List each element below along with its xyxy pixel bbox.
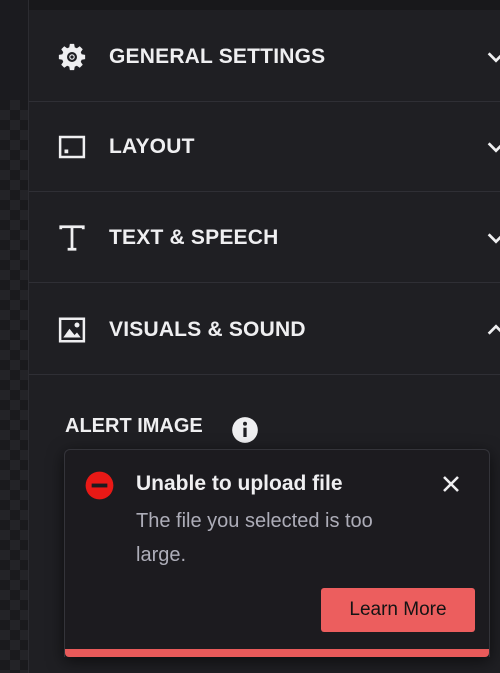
section-layout[interactable]: LAYOUT — [29, 102, 500, 192]
close-icon[interactable] — [439, 472, 463, 496]
transparency-checkerboard — [0, 100, 28, 673]
toast-accent-bar — [65, 649, 489, 657]
app-root: GENERAL SETTINGS LAYOUT TEXT & SPEECH VI… — [0, 0, 500, 673]
toast-message: The file you selected is too large. — [136, 510, 373, 566]
alert-image-label: ALERT IMAGE — [65, 415, 203, 437]
section-label: VISUALS & SOUND — [109, 317, 306, 341]
learn-more-button[interactable]: Learn More — [321, 588, 475, 632]
image-icon — [57, 315, 87, 345]
chevron-down-icon — [487, 51, 500, 63]
panel-top-edge — [29, 0, 500, 10]
section-label: LAYOUT — [109, 134, 195, 158]
error-icon — [85, 471, 114, 500]
section-general-settings[interactable]: GENERAL SETTINGS — [29, 12, 500, 102]
chevron-down-icon — [487, 141, 500, 153]
layout-icon — [57, 132, 87, 162]
gear-icon — [57, 42, 87, 72]
chevron-up-icon — [487, 323, 500, 335]
chevron-down-icon — [487, 232, 500, 244]
error-toast: Unable to upload file The file you selec… — [64, 449, 490, 657]
info-icon[interactable] — [231, 416, 259, 444]
preview-toolbar — [0, 0, 28, 100]
section-visuals-sound[interactable]: VISUALS & SOUND — [29, 285, 500, 375]
text-icon — [57, 223, 87, 253]
preview-area — [0, 0, 28, 673]
section-text-speech[interactable]: TEXT & SPEECH — [29, 193, 500, 283]
toast-title: Unable to upload file — [136, 472, 343, 495]
section-label: GENERAL SETTINGS — [109, 44, 326, 68]
section-label: TEXT & SPEECH — [109, 225, 279, 249]
